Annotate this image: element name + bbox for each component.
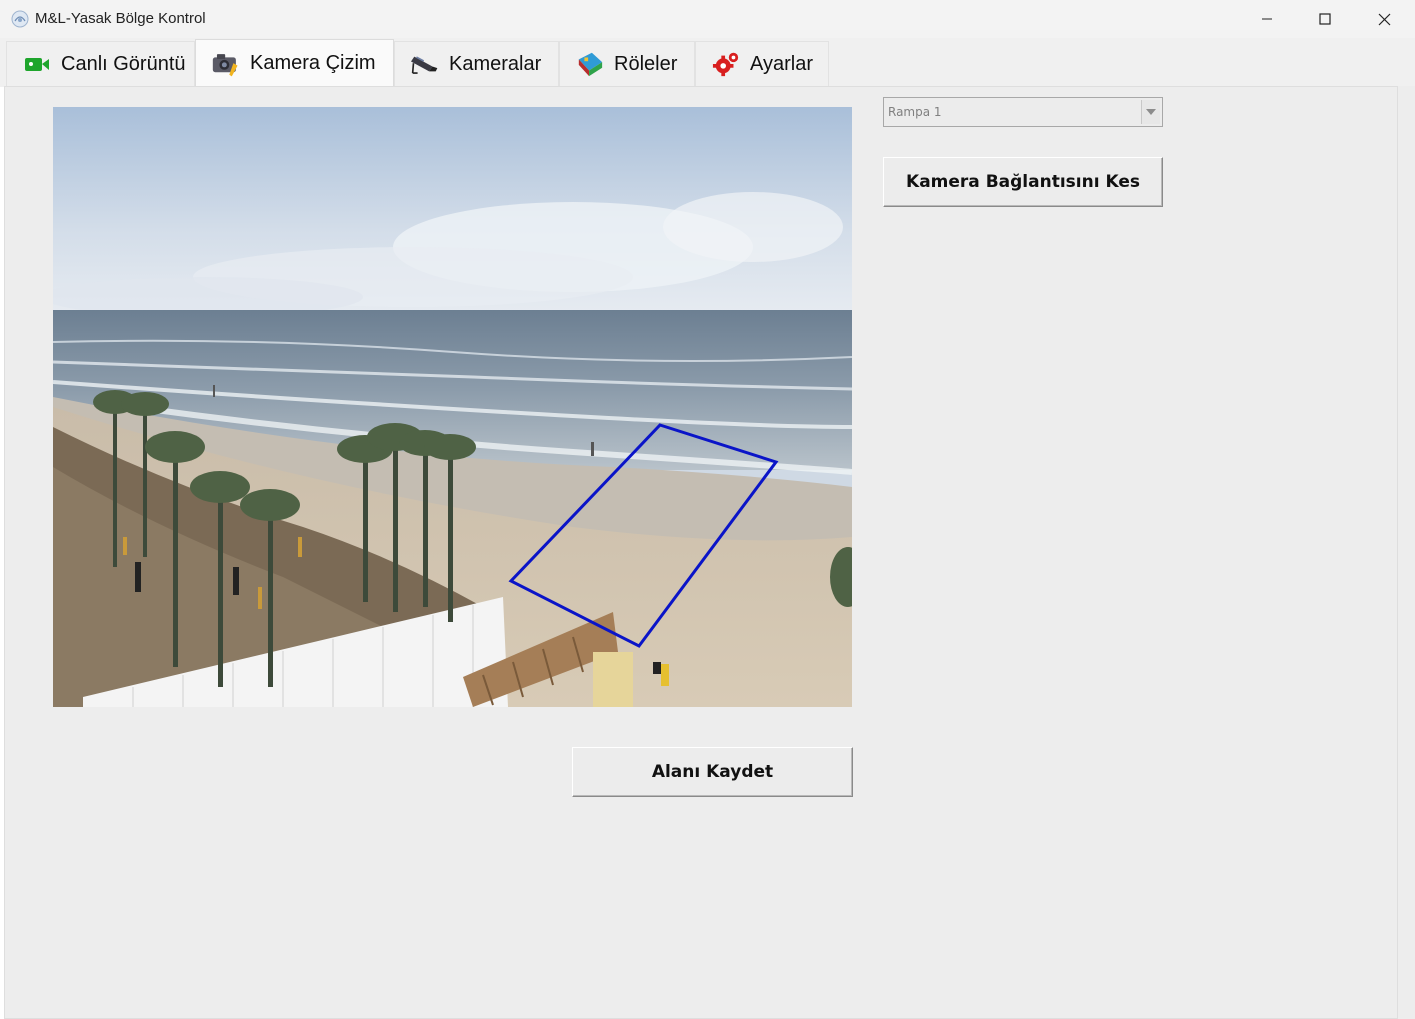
minimize-icon xyxy=(1262,18,1272,20)
tab-ayarlar[interactable]: Ayarlar xyxy=(695,41,829,86)
close-button[interactable] xyxy=(1355,0,1413,38)
app-logo-icon xyxy=(11,10,29,28)
tab-label: Ayarlar xyxy=(750,52,813,75)
tab-strip: Canlı Görüntü Kamera Çizim Kameralar Röl… xyxy=(0,38,1415,87)
maximize-icon xyxy=(1319,13,1331,25)
chevron-down-icon xyxy=(1146,109,1156,115)
camera-select-value: Rampa 1 xyxy=(888,105,942,119)
maximize-button[interactable] xyxy=(1296,0,1354,38)
video-camera-icon xyxy=(23,50,51,78)
tab-kamera-cizim[interactable]: Kamera Çizim xyxy=(195,39,394,87)
tab-roleler[interactable]: Röleler xyxy=(559,41,695,86)
camera-select[interactable]: Rampa 1 xyxy=(883,97,1163,127)
tab-label: Röleler xyxy=(614,52,678,75)
panel-edge xyxy=(1398,86,1415,1019)
tab-kameralar[interactable]: Kameralar xyxy=(394,41,559,86)
relay-icon xyxy=(576,50,604,78)
dropdown-button[interactable] xyxy=(1141,100,1160,124)
gear-icon xyxy=(712,50,740,78)
tab-label: Canlı Görüntü xyxy=(61,52,186,75)
minimize-button[interactable] xyxy=(1238,0,1296,38)
tab-label: Kameralar xyxy=(449,52,542,75)
camera-feed[interactable] xyxy=(53,107,852,707)
close-icon xyxy=(1378,13,1390,25)
disconnect-camera-button[interactable]: Kamera Bağlantısını Kes xyxy=(883,157,1163,207)
window-title: M&L-Yasak Bölge Kontrol xyxy=(35,10,206,27)
camera-draw-icon xyxy=(212,50,240,78)
tab-label: Kamera Çizim xyxy=(250,52,376,74)
tab-canli-goruntu[interactable]: Canlı Görüntü xyxy=(6,41,195,86)
save-area-button[interactable]: Alanı Kaydet xyxy=(572,747,853,797)
camera-feed-image xyxy=(53,107,852,707)
security-camera-icon xyxy=(411,50,439,78)
title-bar: M&L-Yasak Bölge Kontrol xyxy=(0,0,1415,39)
